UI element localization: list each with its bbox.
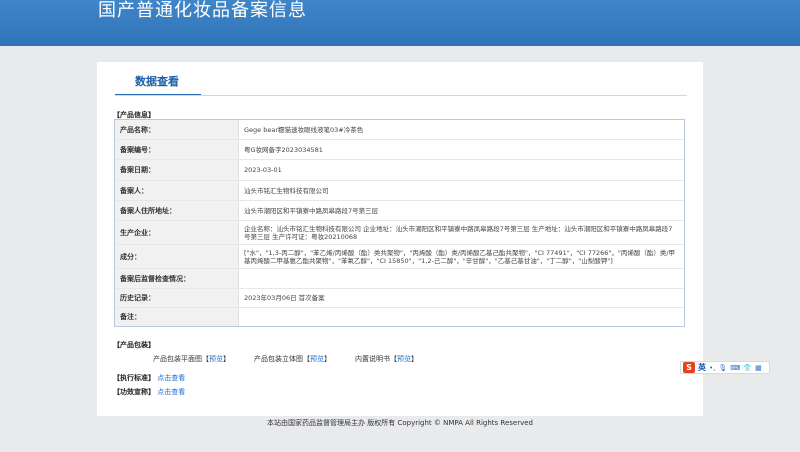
ime-language-toggle[interactable]: 英 — [698, 362, 706, 373]
ime-toolbar[interactable]: S 英 •, 🎙 ⌨ 👕 ▦ — [680, 361, 770, 374]
packaging-item-manual: 内置说明书【预览】 — [355, 355, 418, 363]
table-row: 备案后监督检查情况： — [115, 269, 684, 289]
row-value: 2023年03月06日 首次备案 — [244, 294, 325, 302]
header-banner: 国产普通化妆品备案信息 — [0, 0, 800, 46]
page-title: 国产普通化妆品备案信息 — [98, 0, 307, 21]
table-row: 生产企业： 企业名称：汕头市铭汇生物科技有限公司 企业地址：汕头市潮阳区和平镇寮… — [115, 221, 684, 245]
preview-link[interactable]: 预览 — [397, 355, 411, 363]
keyboard-icon[interactable]: ⌨ — [730, 364, 740, 372]
efficacy-line: 【功效宣称】 点击查看 — [113, 387, 185, 397]
row-label: 备案日期： — [115, 160, 239, 180]
packaging-item-name: 产品包装立体图 — [254, 355, 303, 363]
table-row: 备案人： 汕头市铭汇生物科技有限公司 — [115, 181, 684, 201]
table-row: 产品名称： Gege bear糯猫速妆眼线液笔03#冷茶色 — [115, 120, 684, 140]
row-value: 2023-03-01 — [244, 166, 282, 174]
packaging-item-flat: 产品包装平面图【预览】 — [153, 355, 230, 363]
microphone-icon[interactable]: 🎙 — [718, 364, 727, 372]
row-value — [244, 269, 678, 288]
grid-icon[interactable]: ▦ — [755, 364, 762, 372]
row-label: 备案后监督检查情况： — [115, 269, 239, 288]
row-label: 备案人住所地址： — [115, 201, 239, 220]
table-row: 备注： — [115, 308, 684, 326]
tab-data-view[interactable]: 数据查看 — [115, 73, 199, 93]
table-row: 备案日期： 2023-03-01 — [115, 160, 684, 181]
packaging-item-name: 内置说明书 — [355, 355, 390, 363]
efficacy-view-link[interactable]: 点击查看 — [157, 388, 185, 396]
row-value: ["水"，"1,3-丙二醇"，"苯乙烯/丙烯酸（酯）类共聚物"，"丙烯酸（酯）类… — [244, 248, 676, 265]
footer-copyright: 本站由国家药品监督管理局主办 版权所有 Copyright © NMPA All… — [267, 419, 533, 427]
tab-divider — [115, 95, 687, 96]
efficacy-label: 【功效宣称】 — [113, 388, 155, 396]
row-value: 汕头市铭汇生物科技有限公司 — [244, 186, 329, 195]
preview-link[interactable]: 预览 — [310, 355, 324, 363]
product-info-table: 产品名称： Gege bear糯猫速妆眼线液笔03#冷茶色 备案编号： 粤G妆网… — [114, 119, 685, 327]
row-value: 汕头市潮阳区和平镇寮中路凤皋路段7号第三层 — [244, 206, 379, 215]
packaging-item-3d: 产品包装立体图【预览】 — [254, 355, 331, 363]
table-row: 备案编号： 粤G妆网备字2023034581 — [115, 140, 684, 160]
packaging-label: 【产品包装】 — [113, 341, 155, 349]
standard-line: 【执行标准】 点击查看 — [113, 373, 185, 383]
standard-view-link[interactable]: 点击查看 — [157, 374, 185, 382]
row-value: 粤G妆网备字2023034581 — [244, 145, 323, 154]
row-label: 成分： — [115, 245, 239, 268]
preview-link[interactable]: 预览 — [209, 355, 223, 363]
row-label: 生产企业： — [115, 221, 239, 244]
row-value — [244, 308, 678, 326]
standard-label: 【执行标准】 — [113, 374, 155, 382]
row-label: 备案编号： — [115, 140, 239, 159]
row-label: 历史记录： — [115, 289, 239, 307]
packaging-item-name: 产品包装平面图 — [153, 355, 202, 363]
clothing-icon[interactable]: 👕 — [743, 364, 752, 372]
table-row: 备案人住所地址： 汕头市潮阳区和平镇寮中路凤皋路段7号第三层 — [115, 201, 684, 221]
row-value: Gege bear糯猫速妆眼线液笔03#冷茶色 — [244, 125, 364, 134]
row-label: 产品名称： — [115, 120, 239, 139]
row-label: 备案人： — [115, 181, 239, 200]
dot-icon[interactable]: •, — [709, 364, 715, 372]
table-row: 历史记录： 2023年03月06日 首次备案 — [115, 289, 684, 308]
ime-logo-icon[interactable]: S — [683, 362, 695, 373]
row-value: 企业名称：汕头市铭汇生物科技有限公司 企业地址：汕头市潮阳区和平镇寮中路凤皋路段… — [244, 224, 673, 241]
table-row: 成分： ["水"，"1,3-丙二醇"，"苯乙烯/丙烯酸（酯）类共聚物"，"丙烯酸… — [115, 245, 684, 269]
row-label: 备注： — [115, 308, 239, 326]
